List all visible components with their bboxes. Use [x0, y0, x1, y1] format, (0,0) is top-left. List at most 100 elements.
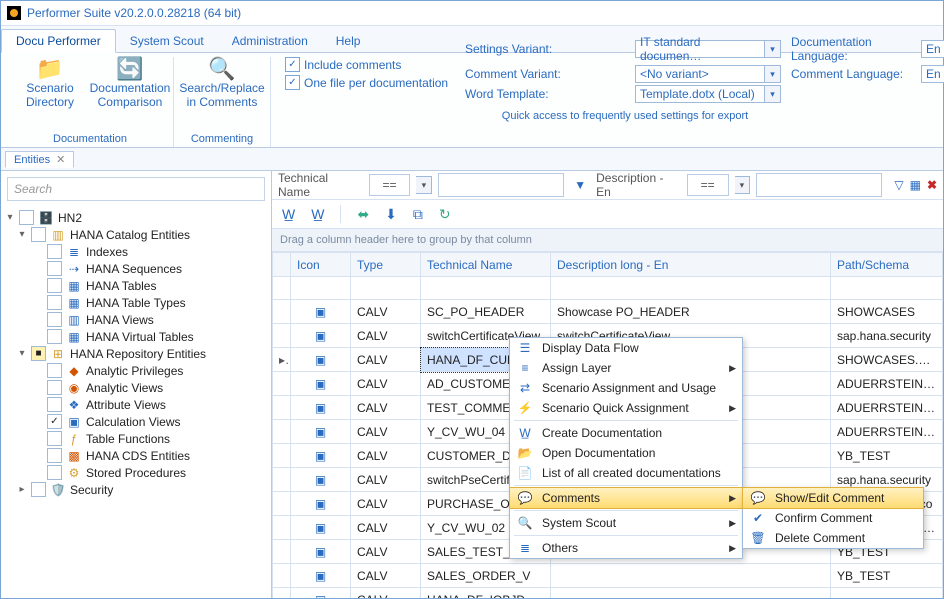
- search-input[interactable]: Search: [7, 177, 265, 201]
- table-row[interactable]: ▣CALVHANA_DF_IOBJD: [273, 588, 943, 599]
- tree-item[interactable]: Stored Procedures: [86, 466, 186, 480]
- funnel-icon[interactable]: ▽: [894, 178, 903, 192]
- refresh-icon[interactable]: ↻: [439, 206, 451, 223]
- one-file-checkbox[interactable]: ✓ One file per documentation: [285, 75, 448, 90]
- tree-item[interactable]: Indexes: [86, 245, 128, 259]
- tab-administration[interactable]: Administration: [218, 30, 322, 52]
- checkbox[interactable]: [47, 431, 62, 446]
- tree-item[interactable]: HANA Tables: [86, 279, 156, 293]
- checkbox[interactable]: [47, 363, 62, 378]
- table-row[interactable]: ▣CALVSC_PO_HEADERShowcase PO_HEADERSHOWC…: [273, 300, 943, 324]
- checkbox[interactable]: [47, 295, 62, 310]
- operator-select[interactable]: ==: [369, 174, 411, 196]
- checkbox[interactable]: [31, 482, 46, 497]
- menu-create-doc[interactable]: W̲Create Documentation: [510, 423, 742, 443]
- menu-scenario-quick[interactable]: ⚡Scenario Quick Assignment▶: [510, 398, 742, 418]
- grid-icon[interactable]: ▦: [910, 178, 921, 192]
- tree-item[interactable]: HANA CDS Entities: [86, 449, 190, 463]
- tree-item[interactable]: Calculation Views: [86, 415, 181, 429]
- col-type[interactable]: Type: [351, 253, 421, 277]
- checkbox[interactable]: [47, 380, 62, 395]
- menu-assign-layer[interactable]: ≡Assign Layer▶: [510, 358, 742, 378]
- dropdown-button[interactable]: ▾: [735, 176, 751, 194]
- col-techname[interactable]: Technical Name: [421, 253, 551, 277]
- settings-variant-value[interactable]: IT standard documen…: [635, 40, 765, 58]
- expand-toggle[interactable]: ▾: [5, 212, 15, 223]
- checkbox[interactable]: ✓: [47, 414, 62, 429]
- expand-toggle[interactable]: ▾: [17, 229, 27, 240]
- description-filter-input[interactable]: [756, 173, 882, 197]
- expand-toggle[interactable]: ▾: [17, 348, 27, 359]
- cell-path: [831, 588, 943, 599]
- scenario-directory-button[interactable]: 📁 Scenario Directory: [15, 57, 85, 109]
- menu-comments[interactable]: 💬 Comments ▶ 💬Show/Edit Comment ✔Confirm…: [509, 487, 743, 509]
- menu-open-doc[interactable]: 📂Open Documentation: [510, 443, 742, 463]
- tree-item[interactable]: HANA Table Types: [86, 296, 186, 310]
- doc-comparison-button[interactable]: 🔄 Documentation Comparison: [95, 57, 165, 109]
- search-replace-button[interactable]: 🔍 Search/Replace in Comments: [182, 57, 262, 109]
- tree-root-label[interactable]: HN2: [58, 211, 82, 225]
- tree-item[interactable]: HANA Virtual Tables: [86, 330, 194, 344]
- tree-item[interactable]: Table Functions: [86, 432, 170, 446]
- menu-display-data-flow[interactable]: ☰Display Data Flow: [510, 338, 742, 358]
- menu-confirm-comment[interactable]: ✔Confirm Comment: [743, 508, 923, 528]
- tree-item[interactable]: Attribute Views: [86, 398, 166, 412]
- tab-docu-performer[interactable]: Docu Performer: [1, 29, 116, 53]
- comments-submenu[interactable]: 💬Show/Edit Comment ✔Confirm Comment 🗑Del…: [742, 487, 924, 549]
- comment-variant-value[interactable]: <No variant>: [635, 65, 765, 83]
- checkbox[interactable]: [31, 227, 46, 242]
- context-menu[interactable]: ☰Display Data Flow ≡Assign Layer▶ ⇄Scena…: [509, 337, 743, 559]
- checkbox[interactable]: ■: [31, 346, 46, 361]
- clear-filter-button[interactable]: ✖: [927, 178, 937, 192]
- checkbox[interactable]: [47, 465, 62, 480]
- tree-repo-label[interactable]: HANA Repository Entities: [70, 347, 206, 361]
- tree-security-label[interactable]: Security: [70, 483, 113, 497]
- entities-tab[interactable]: Entities ✕: [5, 151, 74, 168]
- checkbox[interactable]: [47, 244, 62, 259]
- menu-show-edit-comment[interactable]: 💬Show/Edit Comment: [742, 487, 924, 509]
- include-comments-checkbox[interactable]: ✓ Include comments: [285, 57, 401, 72]
- word-icon[interactable]: W̲: [311, 206, 324, 222]
- checkbox[interactable]: [47, 261, 62, 276]
- menu-delete-comment[interactable]: 🗑Delete Comment: [743, 528, 923, 548]
- menu-scenario-assignment[interactable]: ⇄Scenario Assignment and Usage: [510, 378, 742, 398]
- group-hint[interactable]: Drag a column header here to group by th…: [272, 229, 943, 252]
- expand-toggle[interactable]: ▸: [17, 484, 27, 495]
- menu-list-docs[interactable]: 📄List of all created documentations: [510, 463, 742, 483]
- checkbox[interactable]: [47, 278, 62, 293]
- copy-icon[interactable]: ⧉: [413, 206, 423, 223]
- word-template-value[interactable]: Template.dotx (Local): [635, 85, 765, 103]
- word-icon[interactable]: W̲: [282, 206, 295, 222]
- tree-item[interactable]: Analytic Views: [86, 381, 163, 395]
- dropdown-button[interactable]: ▾: [765, 85, 781, 103]
- checkbox[interactable]: [47, 448, 62, 463]
- export-icon[interactable]: ⬌: [357, 206, 369, 223]
- tree-item[interactable]: Analytic Privileges: [86, 364, 183, 378]
- tab-help[interactable]: Help: [322, 30, 375, 52]
- tree-catalog-label[interactable]: HANA Catalog Entities: [70, 228, 190, 242]
- operator-select[interactable]: ==: [687, 174, 729, 196]
- tab-system-scout[interactable]: System Scout: [116, 30, 218, 52]
- tree-item[interactable]: HANA Views: [86, 313, 154, 327]
- doc-language-value[interactable]: En: [921, 40, 944, 58]
- col-desc[interactable]: Description long - En: [551, 253, 831, 277]
- close-icon[interactable]: ✕: [56, 153, 65, 166]
- checkbox[interactable]: [47, 329, 62, 344]
- table-row[interactable]: ▣CALVSALES_ORDER_VYB_TEST: [273, 564, 943, 588]
- checkbox[interactable]: [19, 210, 34, 225]
- comment-language-value[interactable]: En: [921, 65, 944, 83]
- filter-icon[interactable]: ▼: [570, 178, 590, 192]
- menu-system-scout[interactable]: 🔍System Scout▶: [510, 513, 742, 533]
- tree-item[interactable]: HANA Sequences: [86, 262, 182, 276]
- import-icon[interactable]: ⬇: [385, 206, 397, 223]
- col-path[interactable]: Path/Schema: [831, 253, 943, 277]
- menu-others[interactable]: ≣Others▶: [510, 538, 742, 558]
- checkbox[interactable]: [47, 312, 62, 327]
- techname-filter-input[interactable]: [438, 173, 564, 197]
- dropdown-button[interactable]: ▾: [416, 176, 432, 194]
- checkbox[interactable]: [47, 397, 62, 412]
- col-icon[interactable]: Icon: [291, 253, 351, 277]
- dropdown-button[interactable]: ▾: [765, 40, 781, 58]
- tree-view[interactable]: ▾🗄️HN2 ▾▥HANA Catalog Entities ≣Indexes …: [1, 207, 271, 598]
- dropdown-button[interactable]: ▾: [765, 65, 781, 83]
